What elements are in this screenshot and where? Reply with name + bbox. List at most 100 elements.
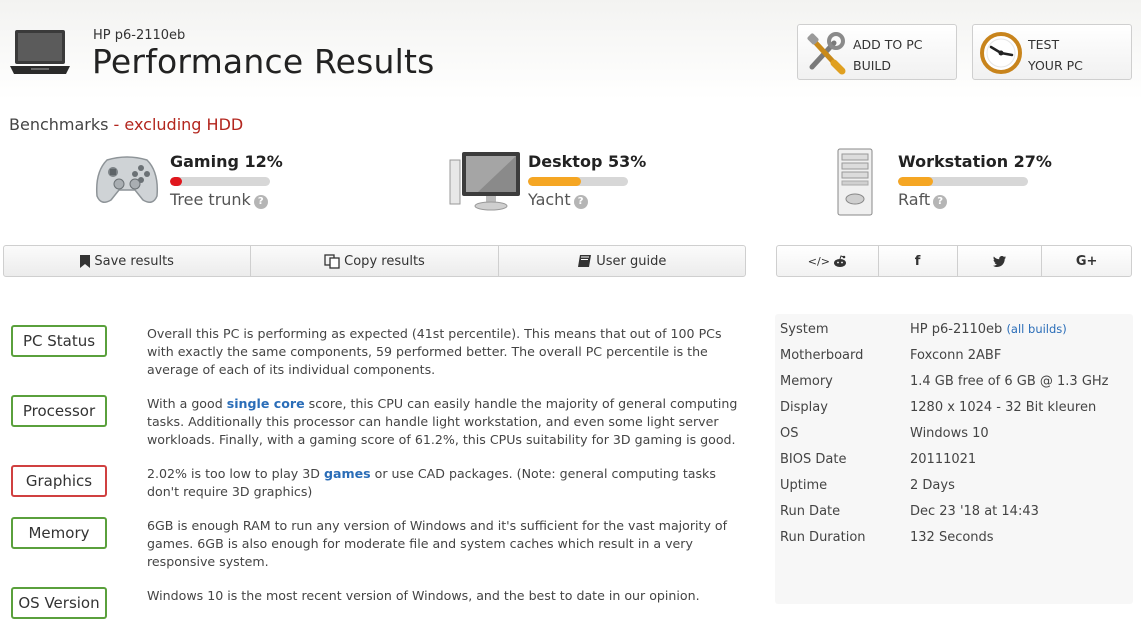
laptop-icon (10, 30, 70, 74)
spec-value: 1280 x 1024 - 32 Bit kleuren (910, 400, 1097, 415)
all-builds-link[interactable]: (all builds) (1006, 322, 1066, 336)
status-text-segment: With a good (147, 396, 227, 411)
help-icon[interactable]: ? (573, 195, 588, 209)
spec-row: Uptime 2 Days (780, 478, 1130, 498)
memory-status-text: 6GB is enough RAM to run any version of … (147, 517, 747, 571)
book-icon (578, 255, 592, 267)
spec-value: 1.4 GB free of 6 GB @ 1.3 GHz (910, 374, 1109, 389)
workstation-score-bar (898, 177, 1028, 186)
status-text-segment: 2.02% is too low to play 3D (147, 466, 324, 481)
graphics-status-text: 2.02% is too low to play 3D games or use… (147, 465, 747, 501)
help-icon[interactable]: ? (933, 195, 948, 209)
user-guide-label: User guide (596, 253, 667, 269)
workstation-tower-icon (837, 148, 873, 216)
results-toolbar: Save results Copy results User guide (3, 245, 746, 277)
bookmark-icon (80, 254, 91, 268)
spec-key: BIOS Date (780, 452, 847, 467)
spec-row: Run Date Dec 23 '18 at 14:43 (780, 504, 1130, 524)
spec-row: System HP p6-2110eb (all builds) (780, 322, 1130, 342)
spec-value-text: HP p6-2110eb (910, 322, 1003, 337)
system-specs-panel: System HP p6-2110eb (all builds) Motherb… (775, 314, 1133, 604)
processor-status-text: With a good single core score, this CPU … (147, 395, 747, 449)
desktop-rank-label: Yacht (528, 190, 571, 209)
reddit-icon (833, 255, 846, 267)
copy-results-label: Copy results (344, 253, 425, 269)
desktop-rank: Yacht? (528, 190, 588, 209)
spec-value: Dec 23 '18 at 14:43 (910, 504, 1039, 519)
facebook-icon: f (914, 253, 921, 269)
spec-row: Display 1280 x 1024 - 32 Bit kleuren (780, 400, 1130, 420)
status-text-segment: Windows 10 is the most recent version of… (147, 588, 700, 603)
spec-key: Motherboard (780, 348, 864, 363)
os-version-status-button[interactable]: OS Version (11, 587, 107, 619)
spec-key: OS (780, 426, 799, 441)
help-icon[interactable]: ? (253, 195, 268, 209)
excluding-hdd-label: excluding HDD (124, 115, 244, 134)
pc-status-button[interactable]: PC Status (11, 325, 107, 357)
spec-value: 132 Seconds (910, 530, 994, 545)
spec-key: Memory (780, 374, 833, 389)
processor-status-button[interactable]: Processor (11, 395, 107, 427)
inline-link[interactable]: single core (227, 396, 305, 411)
tools-icon (807, 32, 846, 75)
desktop-score-fill (528, 177, 581, 186)
embed-code-icon: </> (807, 254, 830, 268)
memory-status-button[interactable]: Memory (11, 517, 107, 549)
desktop-score-bar (528, 177, 628, 186)
spec-key: Run Duration (780, 530, 866, 545)
save-results-label: Save results (94, 253, 174, 269)
add-to-pc-build-button[interactable]: ADD TO PC BUILD (797, 24, 957, 80)
workstation-rank: Raft? (898, 190, 948, 209)
spec-row: BIOS Date 20111021 (780, 452, 1130, 472)
save-results-button[interactable]: Save results (4, 246, 252, 276)
user-guide-button[interactable]: User guide (499, 246, 745, 276)
desktop-score-title: Desktop 53% (528, 152, 647, 171)
benchmarks-separator: - (108, 115, 125, 134)
status-text-segment: Overall this PC is performing as expecte… (147, 326, 722, 377)
copy-icon (324, 253, 340, 269)
spec-value: HP p6-2110eb (all builds) (910, 322, 1067, 337)
embed-reddit-button[interactable]: </> (777, 246, 879, 276)
graphics-status-button[interactable]: Graphics (11, 465, 107, 497)
gamepad-icon (95, 156, 159, 203)
gaming-rank-label: Tree trunk (170, 190, 251, 209)
speedometer-icon (980, 32, 1022, 74)
spec-key: System (780, 322, 829, 337)
add-to-pc-build-label: ADD TO PC BUILD (853, 37, 923, 73)
inline-link[interactable]: games (324, 466, 371, 481)
spec-value: 20111021 (910, 452, 977, 467)
google-plus-icon: G+ (1075, 253, 1098, 269)
twitter-icon (992, 255, 1006, 267)
gaming-rank: Tree trunk? (170, 190, 268, 209)
facebook-share-button[interactable]: f (879, 246, 958, 276)
spec-row: OS Windows 10 (780, 426, 1130, 446)
spec-key: Uptime (780, 478, 828, 493)
gaming-score-fill (170, 177, 182, 186)
gaming-score-bar (170, 177, 270, 186)
status-text-segment: 6GB is enough RAM to run any version of … (147, 518, 728, 569)
page-title: Performance Results (92, 42, 435, 81)
spec-value: Windows 10 (910, 426, 989, 441)
workstation-rank-label: Raft (898, 190, 931, 209)
spec-value: Foxconn 2ABF (910, 348, 1002, 363)
workstation-score-fill (898, 177, 934, 186)
desktop-monitor-icon (449, 152, 520, 211)
copy-results-button[interactable]: Copy results (251, 246, 499, 276)
gaming-score-title: Gaming 12% (170, 152, 283, 171)
spec-key: Run Date (780, 504, 841, 519)
spec-value: 2 Days (910, 478, 955, 493)
google-plus-share-button[interactable]: G+ (1042, 246, 1131, 276)
share-bar: </> f G+ (776, 245, 1132, 277)
pc-status-text: Overall this PC is performing as expecte… (147, 325, 747, 379)
spec-row: Memory 1.4 GB free of 6 GB @ 1.3 GHz (780, 374, 1130, 394)
spec-key: Display (780, 400, 828, 415)
device-name: HP p6-2110eb (93, 28, 186, 43)
test-your-pc-button[interactable]: TEST YOUR PC (972, 24, 1132, 80)
benchmarks-heading: Benchmarks - excluding HDD (9, 115, 243, 134)
workstation-score-title: Workstation 27% (898, 152, 1052, 171)
test-your-pc-label: TEST YOUR PC (1028, 37, 1083, 73)
benchmarks-label: Benchmarks (9, 115, 109, 134)
spec-row: Run Duration 132 Seconds (780, 530, 1130, 550)
twitter-share-button[interactable] (958, 246, 1043, 276)
spec-row: Motherboard Foxconn 2ABF (780, 348, 1130, 368)
